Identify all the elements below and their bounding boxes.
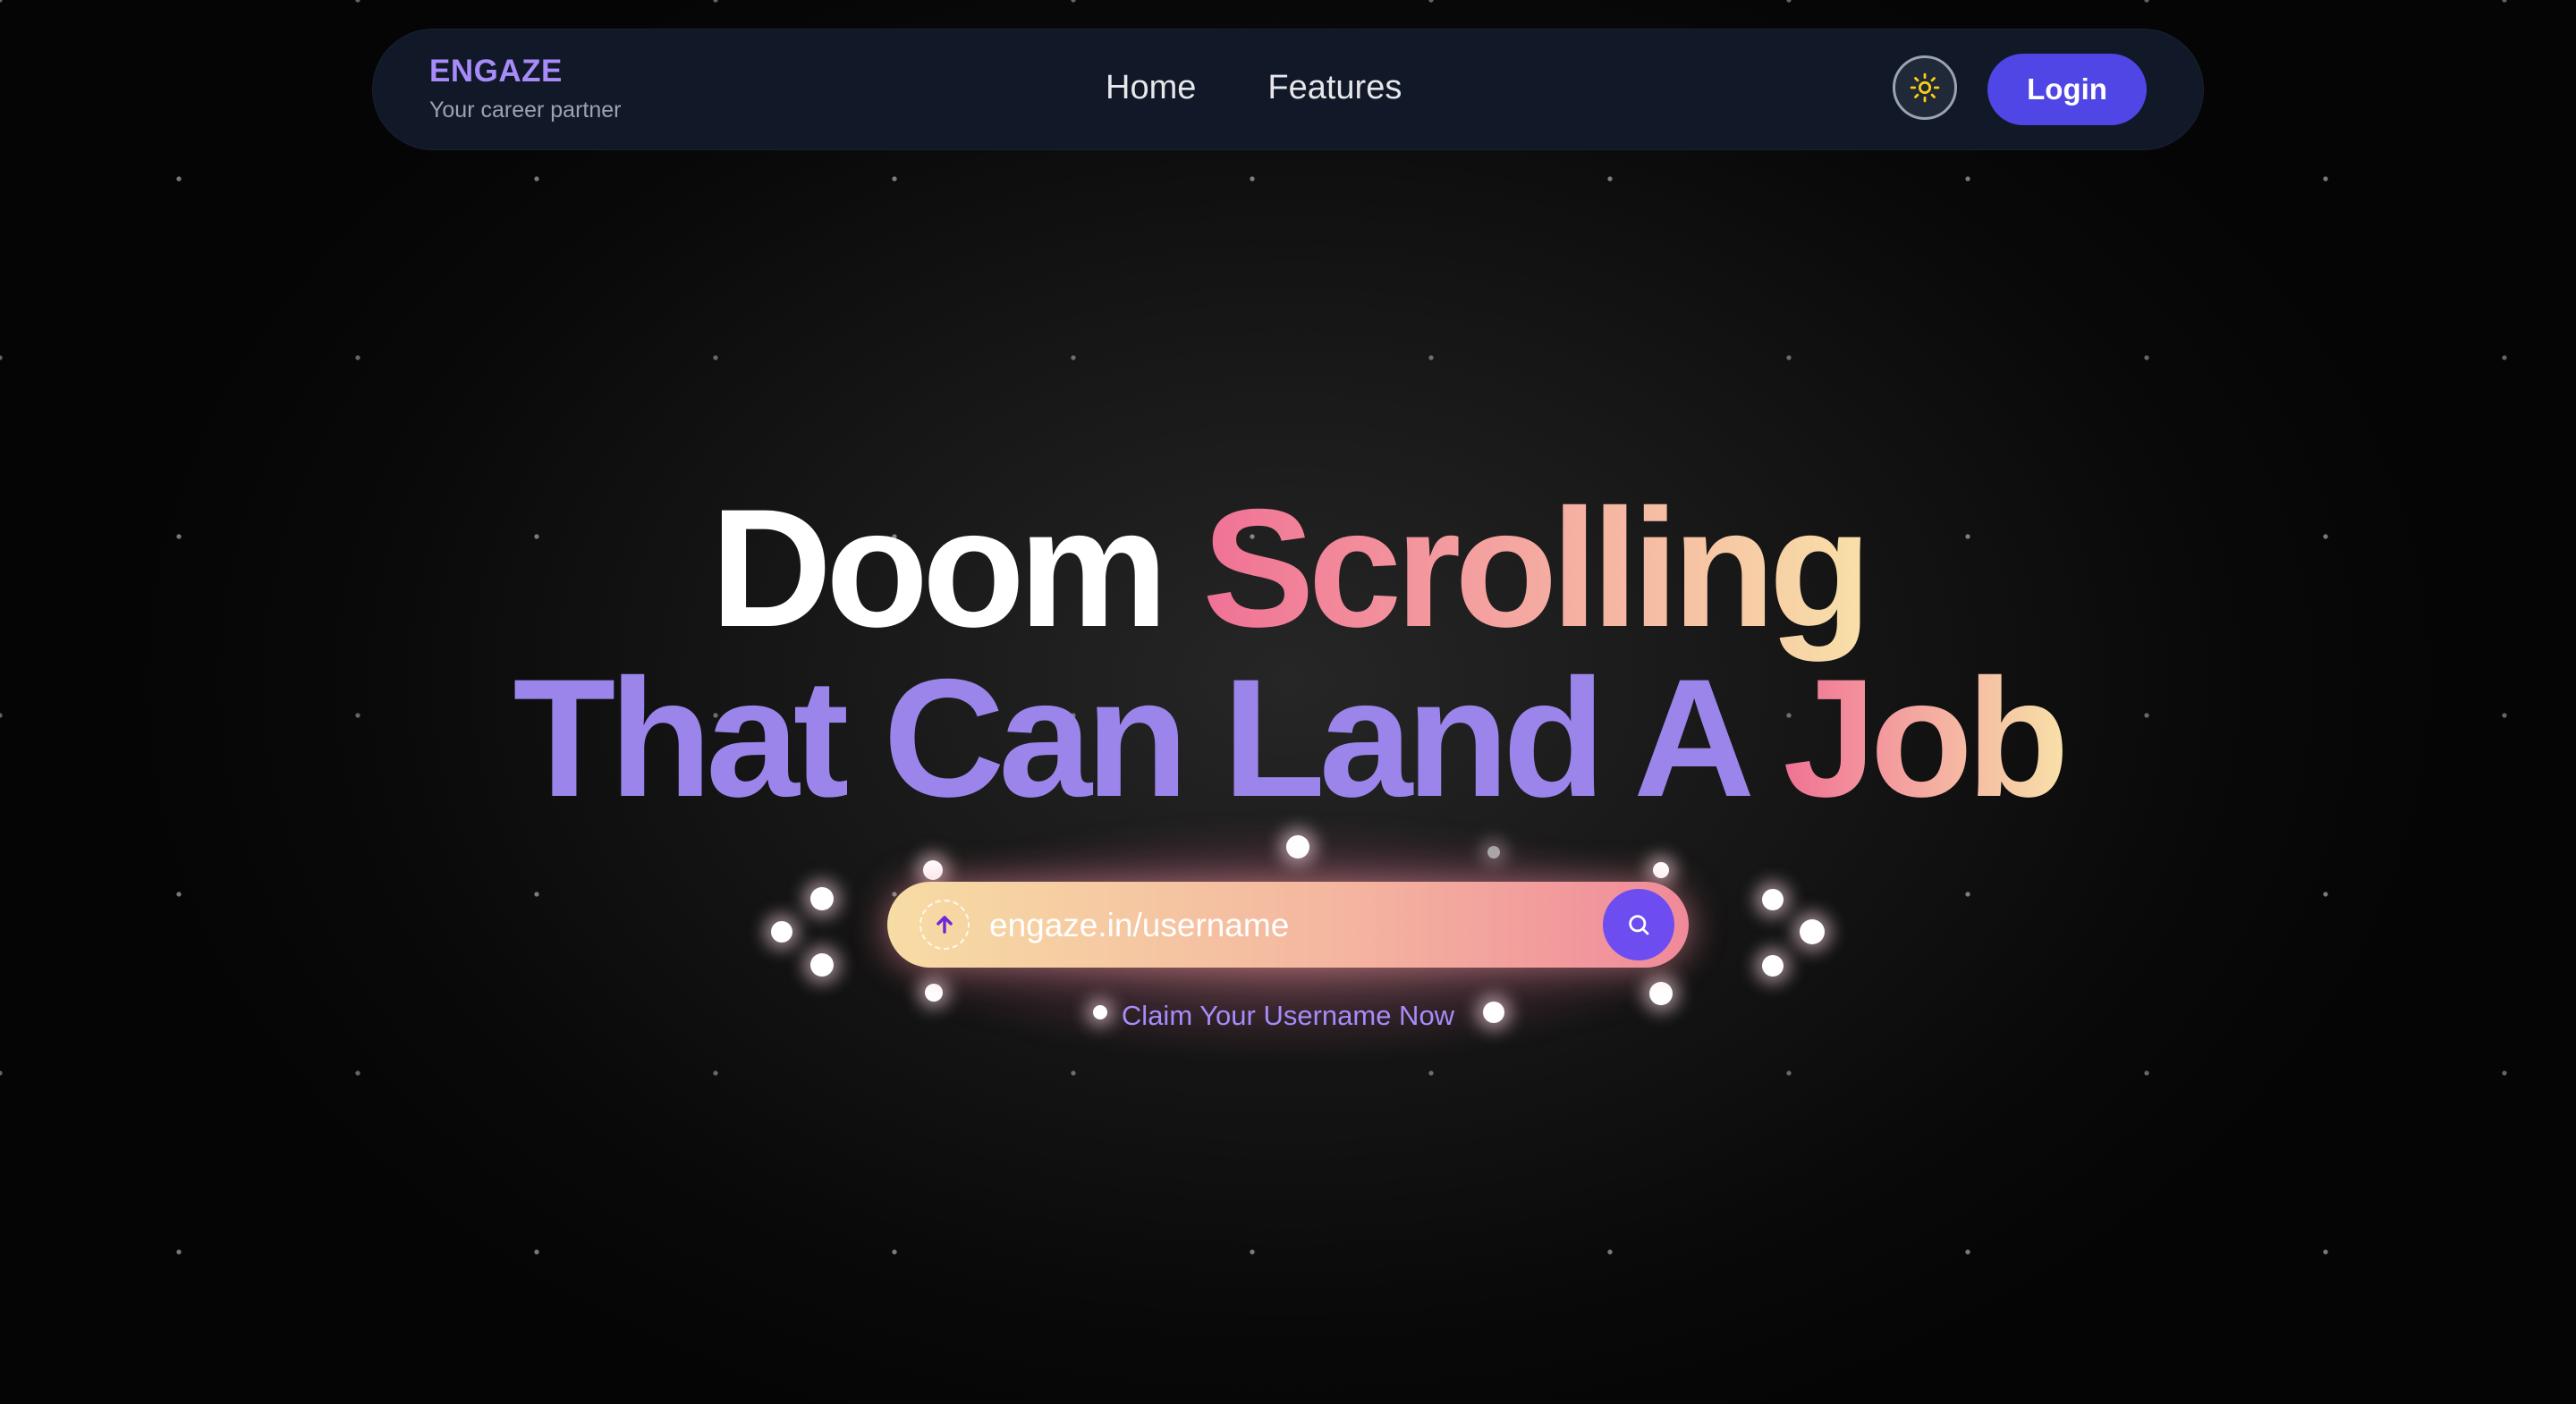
headline-word-job: Job (1783, 644, 2069, 832)
nav-link-features[interactable]: Features (1267, 68, 1402, 109)
brand: ENGAZE Your career partner (429, 55, 621, 122)
sparkle (925, 984, 943, 1002)
sun-icon (1910, 72, 1940, 103)
headline-line-2: That Can Land A Job (0, 653, 2576, 823)
search-icon (1629, 915, 1649, 935)
sparkle (1487, 846, 1500, 858)
sparkle (1762, 955, 1784, 977)
nav-links: Home Features (1106, 68, 1402, 109)
sparkle (923, 860, 943, 880)
theme-toggle-button[interactable] (1893, 55, 1957, 120)
sparkle (1286, 835, 1309, 858)
sparkle (810, 887, 834, 910)
sparkle (1653, 862, 1669, 878)
brand-tagline: Your career partner (429, 97, 622, 123)
upload-button[interactable] (919, 900, 970, 950)
claim-username-link[interactable]: Claim Your Username Now (0, 1000, 2576, 1032)
login-button[interactable]: Login (1987, 54, 2147, 125)
search-button[interactable] (1603, 889, 1674, 960)
sparkle (771, 921, 792, 943)
username-search-bar (887, 882, 1689, 968)
arrow-up-icon (936, 916, 953, 934)
brand-logo-text[interactable]: ENGAZE (429, 55, 621, 87)
sparkle (1800, 919, 1825, 944)
navbar: ENGAZE Your career partner Home Features… (372, 29, 2204, 150)
hero-headline: Doom Scrolling That Can Land A Job (0, 483, 2576, 823)
username-input[interactable] (987, 898, 1563, 953)
headline-word-doom: Doom (710, 474, 1203, 662)
sparkle (1762, 889, 1784, 910)
nav-link-home[interactable]: Home (1106, 68, 1196, 109)
headline-line-1: Doom Scrolling (0, 483, 2576, 653)
headline-word-scrolling: Scrolling (1202, 474, 1871, 662)
headline-phrase-that-can-land-a: That Can Land A (513, 644, 1784, 832)
sparkle (810, 953, 834, 977)
